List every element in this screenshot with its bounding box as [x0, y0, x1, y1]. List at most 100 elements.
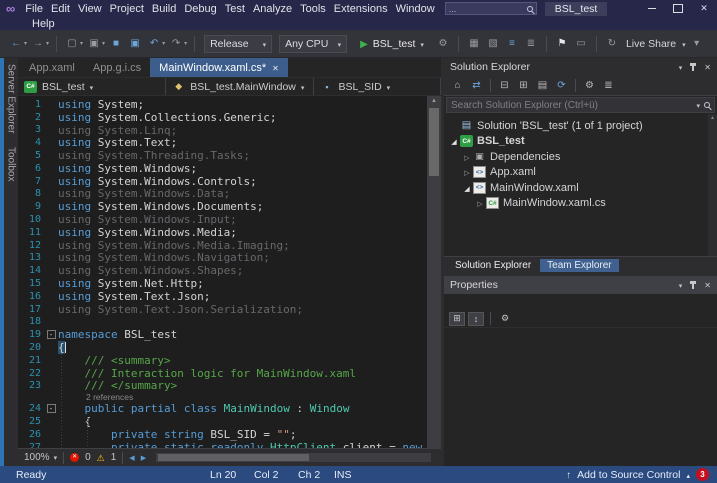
refresh-icon[interactable]: ⟳ — [553, 80, 570, 91]
tree-item-solution-bsl-test-1-of-1-project-[interactable]: Solution 'BSL_test' (1 of 1 project) — [444, 118, 717, 134]
code-line[interactable]: 10using System.Windows.Input; — [18, 213, 427, 226]
code-line[interactable]: 21 /// <summary> — [18, 354, 427, 367]
collapse-arrow-icon[interactable] — [461, 182, 473, 194]
zoom-control[interactable]: 100% — [24, 452, 57, 463]
pin-icon[interactable] — [692, 282, 694, 289]
code-line[interactable]: 15using System.Net.Http; — [18, 277, 427, 290]
save-icon[interactable]: ■ — [108, 38, 124, 49]
minimize-button[interactable] — [639, 0, 665, 16]
tree-item-bsl-test[interactable]: BSL_test — [444, 134, 717, 150]
nav-back-icon[interactable]: ← — [8, 38, 24, 49]
expand-arrow-icon[interactable] — [461, 151, 473, 163]
menu-edit[interactable]: Edit — [47, 3, 74, 15]
bookmark-flag-icon[interactable]: ⚑ — [554, 38, 570, 49]
code-line[interactable]: 18 — [18, 316, 427, 329]
collapse-all-icon[interactable]: ⊟ — [496, 80, 513, 91]
properties-page-icon[interactable]: ⊞ — [515, 80, 532, 91]
notifications-badge[interactable]: 3 — [696, 468, 709, 481]
menu-test[interactable]: Test — [221, 3, 249, 15]
wrench-icon[interactable]: ⚙ — [581, 80, 598, 91]
code-block-1-icon[interactable]: ▦ — [466, 38, 482, 49]
code-line[interactable]: 16using System.Text.Json; — [18, 290, 427, 303]
code-line[interactable]: 8using System.Windows.Data; — [18, 188, 427, 201]
nav-forward-icon[interactable]: → — [30, 38, 46, 49]
maximize-button[interactable] — [665, 0, 691, 16]
alphabetical-icon[interactable]: ↕ — [468, 312, 484, 326]
collapse-icon[interactable] — [47, 330, 56, 339]
code-line[interactable]: 2using System.Collections.Generic; — [18, 111, 427, 124]
menu-file[interactable]: File — [21, 3, 47, 15]
redo-icon[interactable]: ↷ — [168, 38, 184, 49]
line-list-icon[interactable]: ≡ — [504, 38, 520, 49]
add-to-source-control-button[interactable]: Add to Source Control — [577, 469, 680, 481]
navbar-type-dropdown[interactable]: BSL_test.MainWindow — [166, 78, 314, 95]
warnings-icon[interactable] — [97, 452, 105, 464]
code-line[interactable]: 27 private static readonly HttpClient cl… — [18, 441, 427, 448]
team-explorer-panel-tab[interactable]: Team Explorer — [540, 259, 618, 272]
close-icon[interactable] — [704, 61, 711, 73]
live-share-icon[interactable]: ↻ — [604, 38, 620, 49]
navbar-project-dropdown[interactable]: BSL_test — [18, 78, 166, 95]
horizontal-scrollbar[interactable] — [156, 453, 431, 462]
code-line[interactable]: 1using System; — [18, 98, 427, 111]
code-line[interactable]: 12using System.Windows.Media.Imaging; — [18, 239, 427, 252]
configuration-dropdown[interactable]: Release — [204, 35, 272, 53]
code-line[interactable]: 19namespace BSL_test — [18, 328, 427, 341]
box-outline-icon[interactable]: ▭ — [573, 38, 589, 49]
code-lines[interactable]: 1using System;2using System.Collections.… — [18, 96, 427, 448]
code-line[interactable]: 26 private string BSL_SID = ""; — [18, 428, 427, 441]
open-file-icon[interactable]: ▣ — [86, 38, 102, 49]
code-line[interactable]: 22 /// Interaction logic for MainWindow.… — [18, 367, 427, 380]
menu-help[interactable]: Help — [28, 18, 59, 30]
code-line[interactable]: 3using System.Linq; — [18, 124, 427, 137]
menu-window[interactable]: Window — [392, 3, 439, 15]
code-line[interactable]: 6using System.Windows; — [18, 162, 427, 175]
solution-explorer-panel-tab[interactable]: Solution Explorer — [448, 259, 538, 272]
collapse-icon[interactable] — [47, 404, 56, 413]
code-editor[interactable]: 1using System;2using System.Collections.… — [18, 96, 441, 448]
code-line[interactable]: 23 /// </summary> — [18, 380, 427, 393]
vertical-scrollbar[interactable]: ▲ — [427, 96, 441, 448]
close-button[interactable] — [691, 0, 717, 16]
code-line[interactable]: 4using System.Text; — [18, 136, 427, 149]
scrollbar-thumb[interactable] — [158, 454, 309, 461]
menu-project[interactable]: Project — [106, 3, 148, 15]
platform-dropdown[interactable]: Any CPU — [279, 35, 347, 53]
pin-icon[interactable] — [692, 64, 694, 71]
menu-extensions[interactable]: Extensions — [330, 3, 392, 15]
sync-icon[interactable]: ⇄ — [468, 80, 485, 91]
navigate-forward-icon[interactable]: ▶ — [141, 454, 146, 462]
tab-app-g-i-cs[interactable]: App.g.i.cs — [84, 58, 150, 77]
code-line[interactable]: 20{ — [18, 341, 427, 354]
tree-item-mainwindow-xaml-cs[interactable]: MainWindow.xaml.cs — [444, 196, 717, 212]
scrollbar-thumb[interactable] — [429, 108, 439, 176]
tab-app-xaml[interactable]: App.xaml — [20, 58, 84, 77]
live-share-label[interactable]: Live Share — [623, 38, 679, 50]
errors-icon[interactable] — [70, 453, 79, 462]
code-line[interactable]: 7using System.Windows.Controls; — [18, 175, 427, 188]
solution-explorer-search[interactable] — [446, 97, 715, 113]
codelens-row[interactable]: 2 references — [18, 392, 427, 402]
task-list-icon[interactable]: ≣ — [523, 38, 539, 49]
save-all-icon[interactable]: ▣ — [127, 38, 143, 49]
expand-arrow-icon[interactable] — [474, 197, 486, 209]
home-icon[interactable]: ⌂ — [449, 80, 466, 91]
scroll-up-icon[interactable]: ▲ — [427, 96, 441, 106]
start-debug-button[interactable]: BSL_test — [354, 35, 430, 53]
code-line[interactable]: 11using System.Windows.Media; — [18, 226, 427, 239]
tab-mainwindow-xaml-cs[interactable]: MainWindow.xaml.cs* — [150, 58, 288, 77]
navigate-back-icon[interactable]: ◀ — [129, 454, 134, 462]
menu-debug[interactable]: Debug — [180, 3, 220, 15]
wrench-icon[interactable]: ⚙ — [497, 312, 513, 326]
new-project-icon[interactable]: ▢ — [64, 38, 80, 49]
menu-tools[interactable]: Tools — [296, 3, 330, 15]
build-settings-icon[interactable]: ⚙ — [435, 38, 451, 49]
code-line[interactable]: 17using System.Text.Json.Serialization; — [18, 303, 427, 316]
close-tab-icon[interactable] — [272, 62, 279, 74]
tree-item-dependencies[interactable]: Dependencies — [444, 149, 717, 165]
navbar-member-dropdown[interactable]: BSL_SID — [314, 78, 441, 95]
code-line[interactable]: 9using System.Windows.Documents; — [18, 200, 427, 213]
tree-item-app-xaml[interactable]: App.xaml — [444, 165, 717, 181]
collapse-arrow-icon[interactable] — [448, 135, 460, 147]
menu-analyze[interactable]: Analyze — [249, 3, 296, 15]
